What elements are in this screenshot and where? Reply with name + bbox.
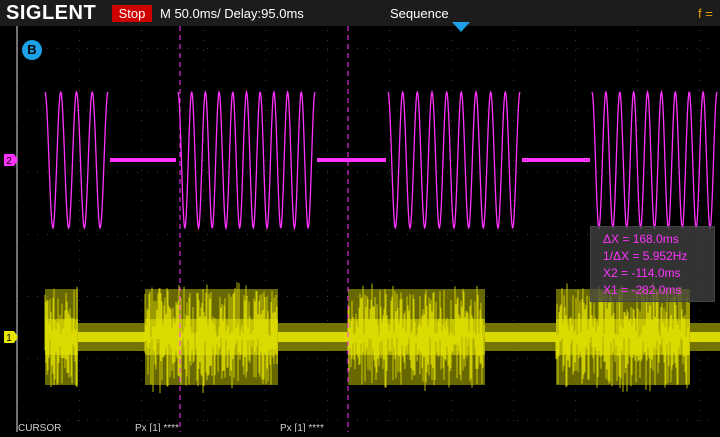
channel-1-offset-marker[interactable]: 1 <box>4 331 18 344</box>
inverse-delta-x-readout: 1/ΔX = 5.952Hz <box>603 249 688 263</box>
trigger-position-marker[interactable] <box>452 22 470 32</box>
bottom-menu-bar: CURSOR Px [1] **** Px [1] **** <box>0 423 720 432</box>
acquisition-mode[interactable]: Sequence <box>390 5 449 22</box>
x2-readout: X2 = -114.0ms <box>603 266 681 280</box>
cursor-param-1[interactable]: Px [1] **** <box>135 423 179 432</box>
top-status-bar: SIGLENT Stop M 50.0ms/ Delay:95.0ms Sequ… <box>0 0 720 26</box>
brand-logo: SIGLENT <box>6 2 97 24</box>
cursor-param-2[interactable]: Px [1] **** <box>280 423 324 432</box>
channel-2-marker-label: 2 <box>6 156 12 167</box>
cursor-menu-title[interactable]: CURSOR <box>18 423 61 432</box>
run-stop-status[interactable]: Stop <box>112 5 152 22</box>
delta-x-readout: ΔX = 168.0ms <box>603 232 679 246</box>
frequency-readout: f = <box>698 6 713 21</box>
x1-readout: X1 = -282.0ms <box>603 283 682 297</box>
channel-1-marker-label: 1 <box>6 333 12 344</box>
cursor-measurement-panel: ΔX = 168.0ms 1/ΔX = 5.952Hz X2 = -114.0m… <box>590 226 715 302</box>
channel-2-offset-marker[interactable]: 2 <box>4 154 18 167</box>
timebase-readout[interactable]: M 50.0ms/ Delay:95.0ms <box>160 5 304 22</box>
bus-b-icon[interactable]: B <box>22 40 42 60</box>
